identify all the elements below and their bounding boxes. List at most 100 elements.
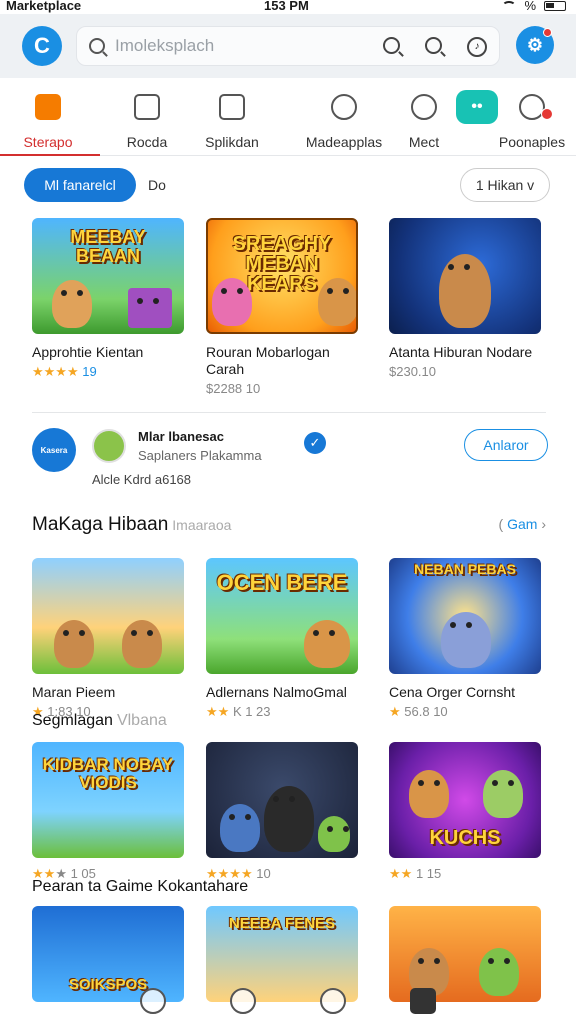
- game-price: $230.10: [389, 364, 436, 379]
- game-thumbnail: SREAGHY MEBAN KEARS: [206, 218, 358, 334]
- home-icon[interactable]: [140, 988, 166, 1014]
- category-tab-1[interactable]: Sterapo: [0, 80, 100, 156]
- search-input[interactable]: [115, 36, 395, 56]
- search-submit-icon[interactable]: [425, 37, 442, 54]
- game-card[interactable]: KUCHS ★★ 1 15: [389, 742, 541, 882]
- rating-text: 10: [256, 866, 271, 881]
- clock-icon[interactable]: [320, 988, 346, 1014]
- category-tab-highlight[interactable]: ••: [456, 80, 498, 156]
- rating-text: 1 15: [415, 866, 442, 881]
- status-icons: %: [502, 0, 566, 13]
- game-card[interactable]: ★★★★ 10: [206, 742, 358, 882]
- game-card[interactable]: Maran Pieem ★ 1:83 10: [32, 558, 184, 720]
- game-title: Approhtie Kientan: [32, 344, 144, 360]
- game-thumbnail: NEBAN PEBAS: [389, 558, 541, 674]
- app-header: C ♪ ⚙: [0, 14, 576, 78]
- game-thumbnail: KUCHS: [389, 742, 541, 858]
- publisher-avatar: [92, 429, 126, 463]
- battery-percent: %: [524, 0, 536, 13]
- publisher-logo[interactable]: Kasera: [32, 428, 76, 472]
- thumbnail-title: KIDBAR NOBAY VIODIS: [42, 755, 174, 792]
- publisher-subtitle: Saplaners Plakamma: [138, 448, 262, 463]
- category-chat-icon: ••: [456, 90, 498, 124]
- game-title: Cena Orger Cornsht: [389, 684, 516, 700]
- publisher-logo-text: Kasera: [40, 445, 68, 455]
- game-title: Atanta Hiburan Nodare: [389, 344, 533, 360]
- game-thumbnail: OCEN BERE: [206, 558, 358, 674]
- character: [483, 770, 523, 818]
- thumbnail-title: OCEN BERE: [216, 570, 348, 595]
- character: [212, 278, 252, 326]
- divider: [32, 412, 546, 413]
- section-title-text: Segmlagan: [32, 712, 113, 729]
- app-logo-letter: C: [34, 33, 50, 58]
- featured-card-3[interactable]: Atanta Hiburan Nodare $230.10: [389, 218, 541, 379]
- game-price: $2288 10: [206, 381, 261, 396]
- category-label: Madeapplas: [305, 134, 383, 150]
- category-tab-3[interactable]: Splikdan: [200, 80, 264, 156]
- game-rating: ★★ K 1 23: [206, 704, 358, 720]
- hero-character: [439, 254, 491, 328]
- category-timer-icon: [519, 94, 553, 120]
- app-logo[interactable]: C: [22, 26, 62, 66]
- category-home-icon: [35, 94, 61, 120]
- search-bar[interactable]: ♪: [76, 26, 500, 66]
- featured-card-1[interactable]: MEEBAY BEAAN Approhtie Kientan ★★★★ 19: [32, 218, 184, 380]
- history-icon[interactable]: ♪: [467, 37, 487, 57]
- game-thumbnail: [32, 558, 184, 674]
- character: [318, 816, 350, 852]
- library-icon[interactable]: [410, 988, 436, 1014]
- game-thumbnail: MEEBAY BEAAN: [32, 218, 184, 334]
- game-card[interactable]: OCEN BERE Adlernans NalmoGmal ★★ K 1 23: [206, 558, 358, 720]
- category-nav: Sterapo Rocda Splikdan Madeapplas Mect •…: [0, 80, 576, 156]
- publisher-name: Mlar lbanesac: [138, 429, 224, 444]
- category-label: Splikdan: [205, 134, 259, 150]
- character: [54, 620, 94, 668]
- section-title: Segmlagan Vlbana: [32, 712, 167, 730]
- category-tab-6[interactable]: Poonaples: [498, 80, 566, 156]
- thumbnail-title: NEEBA FENES: [228, 915, 336, 932]
- character: [264, 786, 314, 852]
- see-all-label: Gam: [507, 516, 538, 532]
- filter-secondary[interactable]: Do: [148, 177, 166, 193]
- filter-dropdown[interactable]: 1 Hikan v: [460, 168, 550, 202]
- bear-character: [304, 620, 350, 668]
- category-tab-5[interactable]: Mect: [408, 80, 440, 156]
- wifi-icon: [502, 0, 517, 11]
- bottom-nav: [0, 984, 576, 1024]
- see-all-link[interactable]: ( Gam ›: [499, 516, 546, 532]
- category-tab-4[interactable]: Madeapplas: [304, 80, 384, 156]
- status-bar: Marketplace 153 PM %: [0, 0, 576, 14]
- visual-search-icon[interactable]: [383, 37, 400, 54]
- section-title-text: Pearan ta Gaime Kokantahare: [32, 878, 249, 895]
- rating-text: 56.8 10: [404, 704, 448, 719]
- category-box-icon: [134, 94, 160, 120]
- section-subtitle: Imaaraoa: [172, 517, 232, 533]
- category-label: Rocda: [126, 134, 168, 150]
- category-label: Mect: [408, 134, 440, 150]
- clock-label: 153 PM: [264, 0, 309, 13]
- character: [122, 620, 162, 668]
- publisher-meta: Alcle Kdrd a6168: [92, 472, 192, 487]
- character: [441, 612, 491, 668]
- game-rating: ★★ 1 15: [389, 866, 541, 882]
- filter-primary-button[interactable]: Ml fanarelcl: [24, 168, 136, 202]
- thumbnail-title: NEBAN PEBAS: [414, 561, 516, 577]
- category-shield-icon: [331, 94, 357, 120]
- game-rating: ★★★★ 19: [32, 364, 184, 380]
- profile-avatar[interactable]: ⚙: [516, 26, 554, 64]
- section-title-text: MaKaga Hibaan: [32, 514, 169, 535]
- character: [318, 278, 356, 326]
- featured-card-2[interactable]: SREAGHY MEBAN KEARS Rouran Mobarlogan Ca…: [206, 218, 358, 396]
- battery-icon: [544, 0, 566, 11]
- follow-button[interactable]: Anlaror: [464, 429, 548, 461]
- discover-icon[interactable]: [230, 988, 256, 1014]
- promo-row: Kasera Mlar lbanesac Saplaners Plakamma …: [0, 420, 576, 490]
- stars: ★: [389, 704, 401, 719]
- category-tab-2[interactable]: Rocda: [124, 80, 170, 156]
- stars: ★★: [206, 704, 230, 719]
- game-card[interactable]: NEBAN PEBAS Cena Orger Cornsht ★ 56.8 10: [389, 558, 541, 720]
- game-card[interactable]: KIDBAR NOBAY VIODIS ★★★ 1 05: [32, 742, 184, 882]
- stall-graphic: [128, 288, 172, 328]
- thumbnail-title: MEEBAY BEAAN: [70, 227, 146, 266]
